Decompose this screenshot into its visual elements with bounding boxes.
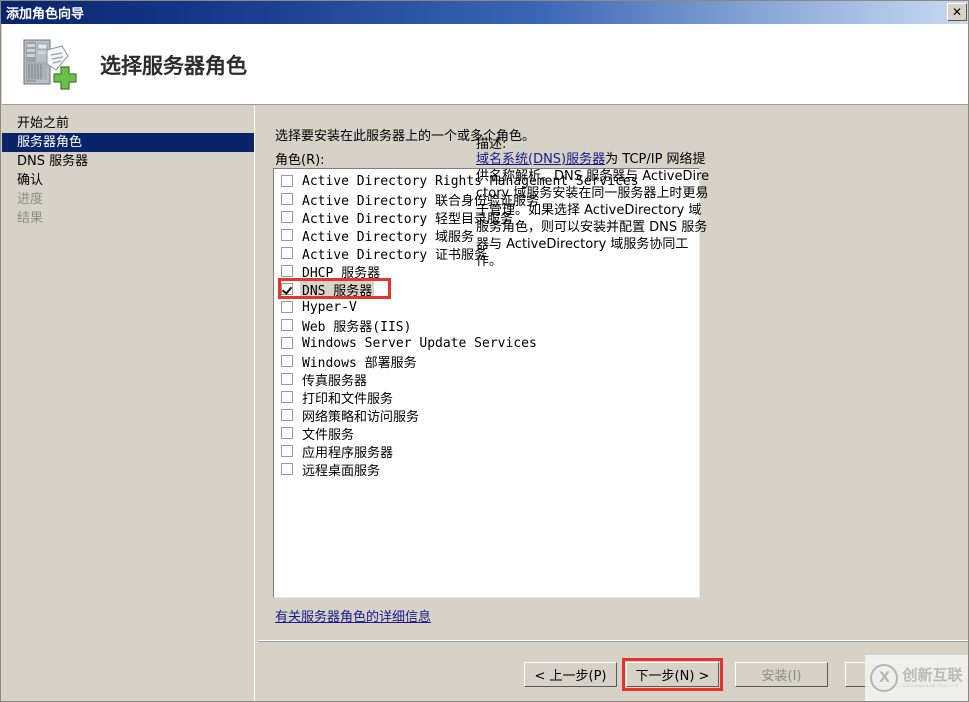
- checkbox-unchecked-icon[interactable]: [281, 211, 293, 223]
- role-label: Active Directory 域服务: [302, 229, 475, 245]
- description-title: 描述:: [476, 137, 507, 152]
- role-label: DHCP 服务器: [302, 265, 381, 281]
- description-text: 为 TCP/IP 网络提供名称解析。DNS 服务器与 ActiveDirecto…: [476, 152, 710, 269]
- watermark-logo-icon: [870, 664, 899, 692]
- role-label: 远程桌面服务: [302, 463, 381, 479]
- checkbox-unchecked-icon[interactable]: [281, 247, 293, 259]
- roles-label: 角色(R):: [275, 153, 325, 168]
- sidebar-item-confirmation[interactable]: 确认: [2, 171, 254, 190]
- previous-button[interactable]: < 上一步(P): [524, 662, 617, 687]
- role-label: Web 服务器(IIS): [302, 319, 412, 335]
- checkbox-unchecked-icon[interactable]: [281, 427, 293, 439]
- description-panel: 描述: 域名系统(DNS)服务器为 TCP/IP 网络提供名称解析。DNS 服务…: [461, 106, 968, 638]
- role-label: 文件服务: [302, 427, 355, 443]
- role-label: 打印和文件服务: [302, 391, 394, 407]
- role-label: Hyper-V: [302, 299, 357, 315]
- sidebar-divider-shadow: [255, 106, 257, 701]
- wizard-steps-sidebar: 开始之前 服务器角色 DNS 服务器 确认 进度 结果: [2, 106, 254, 701]
- install-button: 安装(I): [735, 662, 828, 687]
- role-label: 传真服务器: [302, 373, 368, 389]
- checkbox-unchecked-icon[interactable]: [281, 391, 293, 403]
- title-bar: 添加角色向导 ✕: [1, 1, 968, 24]
- page-title: 选择服务器角色: [100, 52, 247, 78]
- checkbox-unchecked-icon[interactable]: [281, 445, 293, 457]
- sidebar-item-dns-server[interactable]: DNS 服务器: [2, 152, 254, 171]
- wizard-header: 选择服务器角色: [2, 24, 968, 105]
- watermark-text: 创新互联: [902, 665, 963, 684]
- server-add-icon: [16, 34, 78, 96]
- header-divider: [2, 104, 968, 105]
- role-label: 应用程序服务器: [302, 445, 394, 461]
- more-info-link[interactable]: 有关服务器角色的详细信息: [275, 606, 431, 625]
- wizard-footer: < 上一步(P) 下一步(N) > 安装(I): [258, 642, 968, 701]
- watermark: 创新互联 CHUANGXIN HULIAN: [865, 655, 968, 701]
- checkbox-unchecked-icon[interactable]: [281, 175, 293, 187]
- checkbox-unchecked-icon[interactable]: [281, 409, 293, 421]
- close-icon[interactable]: ✕: [947, 3, 967, 21]
- window-title: 添加角色向导: [6, 7, 85, 22]
- checkbox-unchecked-icon[interactable]: [281, 463, 293, 475]
- sidebar-item-progress: 进度: [17, 192, 44, 207]
- next-button[interactable]: 下一步(N) >: [626, 662, 719, 687]
- role-label: 网络策略和访问服务: [302, 409, 420, 425]
- checkbox-unchecked-icon[interactable]: [281, 229, 293, 241]
- description-body: 域名系统(DNS)服务器为 TCP/IP 网络提供名称解析。DNS 服务器与 A…: [476, 151, 710, 270]
- sidebar-item-server-roles[interactable]: 服务器角色: [2, 133, 254, 152]
- role-label: Windows 部署服务: [302, 355, 417, 371]
- checkbox-unchecked-icon[interactable]: [281, 373, 293, 385]
- checkbox-unchecked-icon[interactable]: [281, 337, 293, 349]
- watermark-subtext: CHUANGXIN HULIAN: [902, 683, 960, 689]
- checkbox-checked-icon[interactable]: [281, 283, 293, 295]
- description-link[interactable]: 域名系统(DNS)服务器: [476, 152, 605, 167]
- checkbox-unchecked-icon[interactable]: [281, 265, 293, 277]
- add-roles-wizard-window: 添加角色向导 ✕ 选择服务器角色 开始之前 服务器角色 DNS 服务器 确认 进…: [0, 0, 969, 702]
- checkbox-unchecked-icon[interactable]: [281, 193, 293, 205]
- role-label: DNS 服务器: [300, 279, 375, 299]
- sidebar-item-results: 结果: [17, 211, 44, 226]
- sidebar-item-before-you-begin[interactable]: 开始之前: [2, 114, 254, 133]
- checkbox-unchecked-icon[interactable]: [281, 301, 293, 313]
- checkbox-unchecked-icon[interactable]: [281, 319, 293, 331]
- checkbox-unchecked-icon[interactable]: [281, 355, 293, 367]
